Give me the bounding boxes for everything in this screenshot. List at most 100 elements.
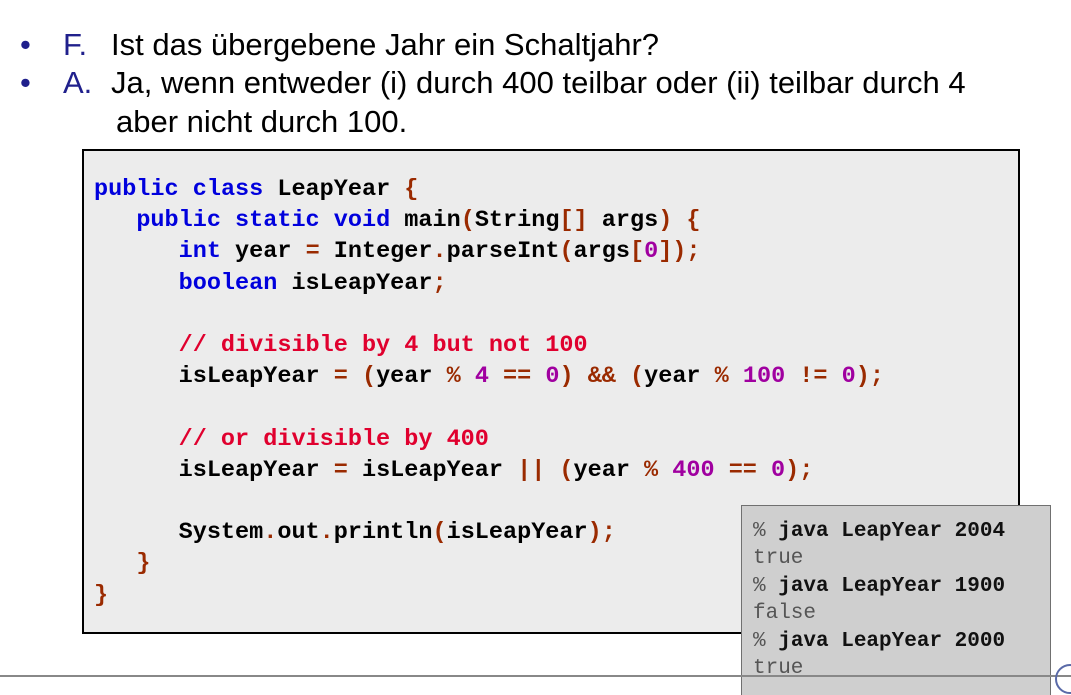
code-line: boolean isLeapYear; <box>94 270 447 297</box>
code-token: ); <box>587 519 616 547</box>
code-token: ( <box>559 456 574 484</box>
code-line: System.out.println(isLeapYear); <box>94 519 616 546</box>
code-token: isLeapYear <box>277 269 433 297</box>
code-token: ); <box>855 363 884 391</box>
code-token: public <box>94 176 179 203</box>
code-token: 0 <box>841 363 856 391</box>
console-command-line: % java LeapYear 1900 <box>753 575 1005 598</box>
console-output: true <box>753 547 804 571</box>
code-line: int year = Integer.parseInt(args[0]); <box>94 238 701 265</box>
console-command-line: % java LeapYear 2004 <box>753 520 1005 543</box>
code-token: System <box>94 519 264 547</box>
code-line: public static void main(String[] args) { <box>94 207 701 235</box>
code-token: class <box>192 176 264 203</box>
answer-text-line-2: aber nicht durch 100. <box>116 104 408 139</box>
code-token: boolean <box>178 269 278 297</box>
code-token: static <box>235 207 320 235</box>
code-token: ( <box>630 363 645 391</box>
code-token: // or divisible by 400 <box>178 425 489 453</box>
code-token: ; <box>432 269 447 297</box>
code-token: . <box>319 519 334 547</box>
code-token: // divisible by 4 but not 100 <box>178 332 588 360</box>
code-token: public <box>136 207 221 235</box>
code-token: [] <box>559 207 588 235</box>
code-token: void <box>333 207 391 235</box>
code-token: = <box>305 238 320 266</box>
code-line: public class LeapYear { <box>94 176 418 203</box>
code-token: 0 <box>644 238 659 266</box>
answer-marker: A. <box>63 65 93 100</box>
code-token: ); <box>785 456 814 484</box>
code-token: 4 <box>474 363 489 391</box>
console-prompt: % <box>753 520 766 543</box>
code-token: int <box>178 238 221 266</box>
code-line: } <box>94 582 108 609</box>
logo-icon <box>1055 664 1071 694</box>
console-command: java LeapYear 2000 <box>778 629 1006 653</box>
code-token: Integer <box>319 238 433 266</box>
code-token: parseInt <box>446 238 560 266</box>
code-line: isLeapYear = isLeapYear || (year % 400 =… <box>94 456 814 484</box>
code-token: && <box>587 363 616 391</box>
console-prompt: % <box>753 574 766 598</box>
code-token: . <box>263 519 278 547</box>
code-token: ) <box>658 207 673 235</box>
code-token: = <box>333 363 348 391</box>
console-command: java LeapYear 2004 <box>778 520 1006 543</box>
code-token: year <box>644 363 715 391</box>
code-token: . <box>432 238 447 266</box>
code-token: { <box>686 207 701 235</box>
code-token: ( <box>361 363 377 391</box>
code-token: % <box>714 363 729 391</box>
code-token: println <box>333 519 433 547</box>
code-token: year <box>376 363 447 391</box>
bullet-point: • <box>20 65 31 100</box>
code-token: LeapYear <box>263 176 405 203</box>
code-token: || <box>517 456 546 484</box>
code-token: args <box>587 207 659 235</box>
console-prompt: % <box>753 629 766 653</box>
console-command: java LeapYear 1900 <box>778 574 1006 598</box>
code-line: // divisible by 4 but not 100 <box>94 332 588 359</box>
code-token: String <box>474 207 560 235</box>
code-token: year <box>220 238 306 266</box>
code-token: 0 <box>545 363 560 391</box>
bullet-point: • <box>20 27 31 62</box>
code-token: year <box>573 456 645 484</box>
code-token: % <box>446 363 461 391</box>
console-command-line: % java LeapYear 2000 <box>753 630 1005 653</box>
code-token: main <box>390 207 461 235</box>
code-token: isLeapYear <box>347 456 518 484</box>
code-token: ( <box>460 207 475 235</box>
code-token: != <box>799 363 828 391</box>
code-token: isLeapYear <box>94 363 334 391</box>
code-token: { <box>404 176 419 203</box>
console-output: false <box>753 602 817 626</box>
code-token: % <box>644 456 659 484</box>
code-token: == <box>728 456 757 484</box>
code-token: ( <box>559 238 574 266</box>
code-token: args <box>573 238 630 266</box>
console-transcript: % java LeapYear 2004 true % java LeapYea… <box>753 518 1005 682</box>
code-token: isLeapYear <box>94 456 334 484</box>
